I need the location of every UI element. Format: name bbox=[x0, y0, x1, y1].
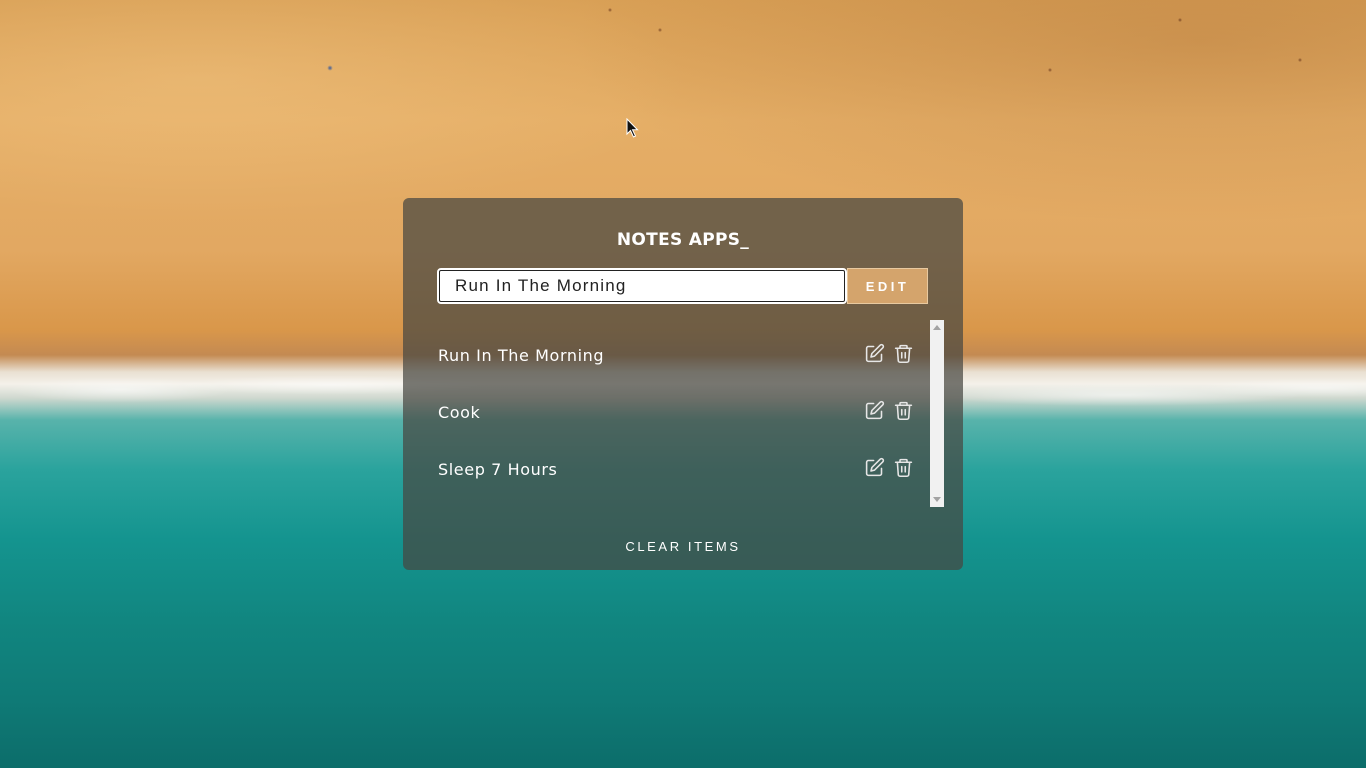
note-label: Cook bbox=[438, 402, 481, 422]
list-item: Run In The Morning bbox=[438, 335, 918, 375]
notes-list-area: Run In The Morning Cook Sleep 7 Hours bbox=[438, 320, 944, 507]
item-actions bbox=[864, 343, 914, 364]
note-input[interactable] bbox=[437, 268, 847, 304]
app-title: NOTES APPS_ bbox=[616, 230, 750, 250]
mouse-pointer-icon bbox=[626, 118, 639, 138]
list-item: Sleep 7 Hours bbox=[438, 449, 918, 489]
edit-icon[interactable] bbox=[864, 343, 885, 364]
trash-icon[interactable] bbox=[893, 400, 914, 421]
scroll-down-arrow-icon[interactable] bbox=[933, 497, 941, 502]
trash-icon[interactable] bbox=[893, 343, 914, 364]
scroll-up-arrow-icon[interactable] bbox=[933, 325, 941, 330]
item-actions bbox=[864, 457, 914, 478]
notes-card: NOTES APPS_ EDIT Run In The Morning bbox=[403, 198, 963, 570]
trash-icon[interactable] bbox=[893, 457, 914, 478]
note-label: Run In The Morning bbox=[438, 345, 605, 365]
edit-icon[interactable] bbox=[864, 400, 885, 421]
notes-list: Run In The Morning Cook Sleep 7 Hours bbox=[438, 320, 928, 507]
note-input-row: EDIT bbox=[437, 268, 928, 304]
item-actions bbox=[864, 400, 914, 421]
note-label: Sleep 7 Hours bbox=[438, 459, 558, 479]
list-item: Cook bbox=[438, 392, 918, 432]
clear-items-button[interactable]: CLEAR ITEMS bbox=[403, 539, 963, 554]
edit-button[interactable]: EDIT bbox=[847, 268, 928, 304]
edit-icon[interactable] bbox=[864, 457, 885, 478]
list-scrollbar[interactable] bbox=[930, 320, 944, 507]
